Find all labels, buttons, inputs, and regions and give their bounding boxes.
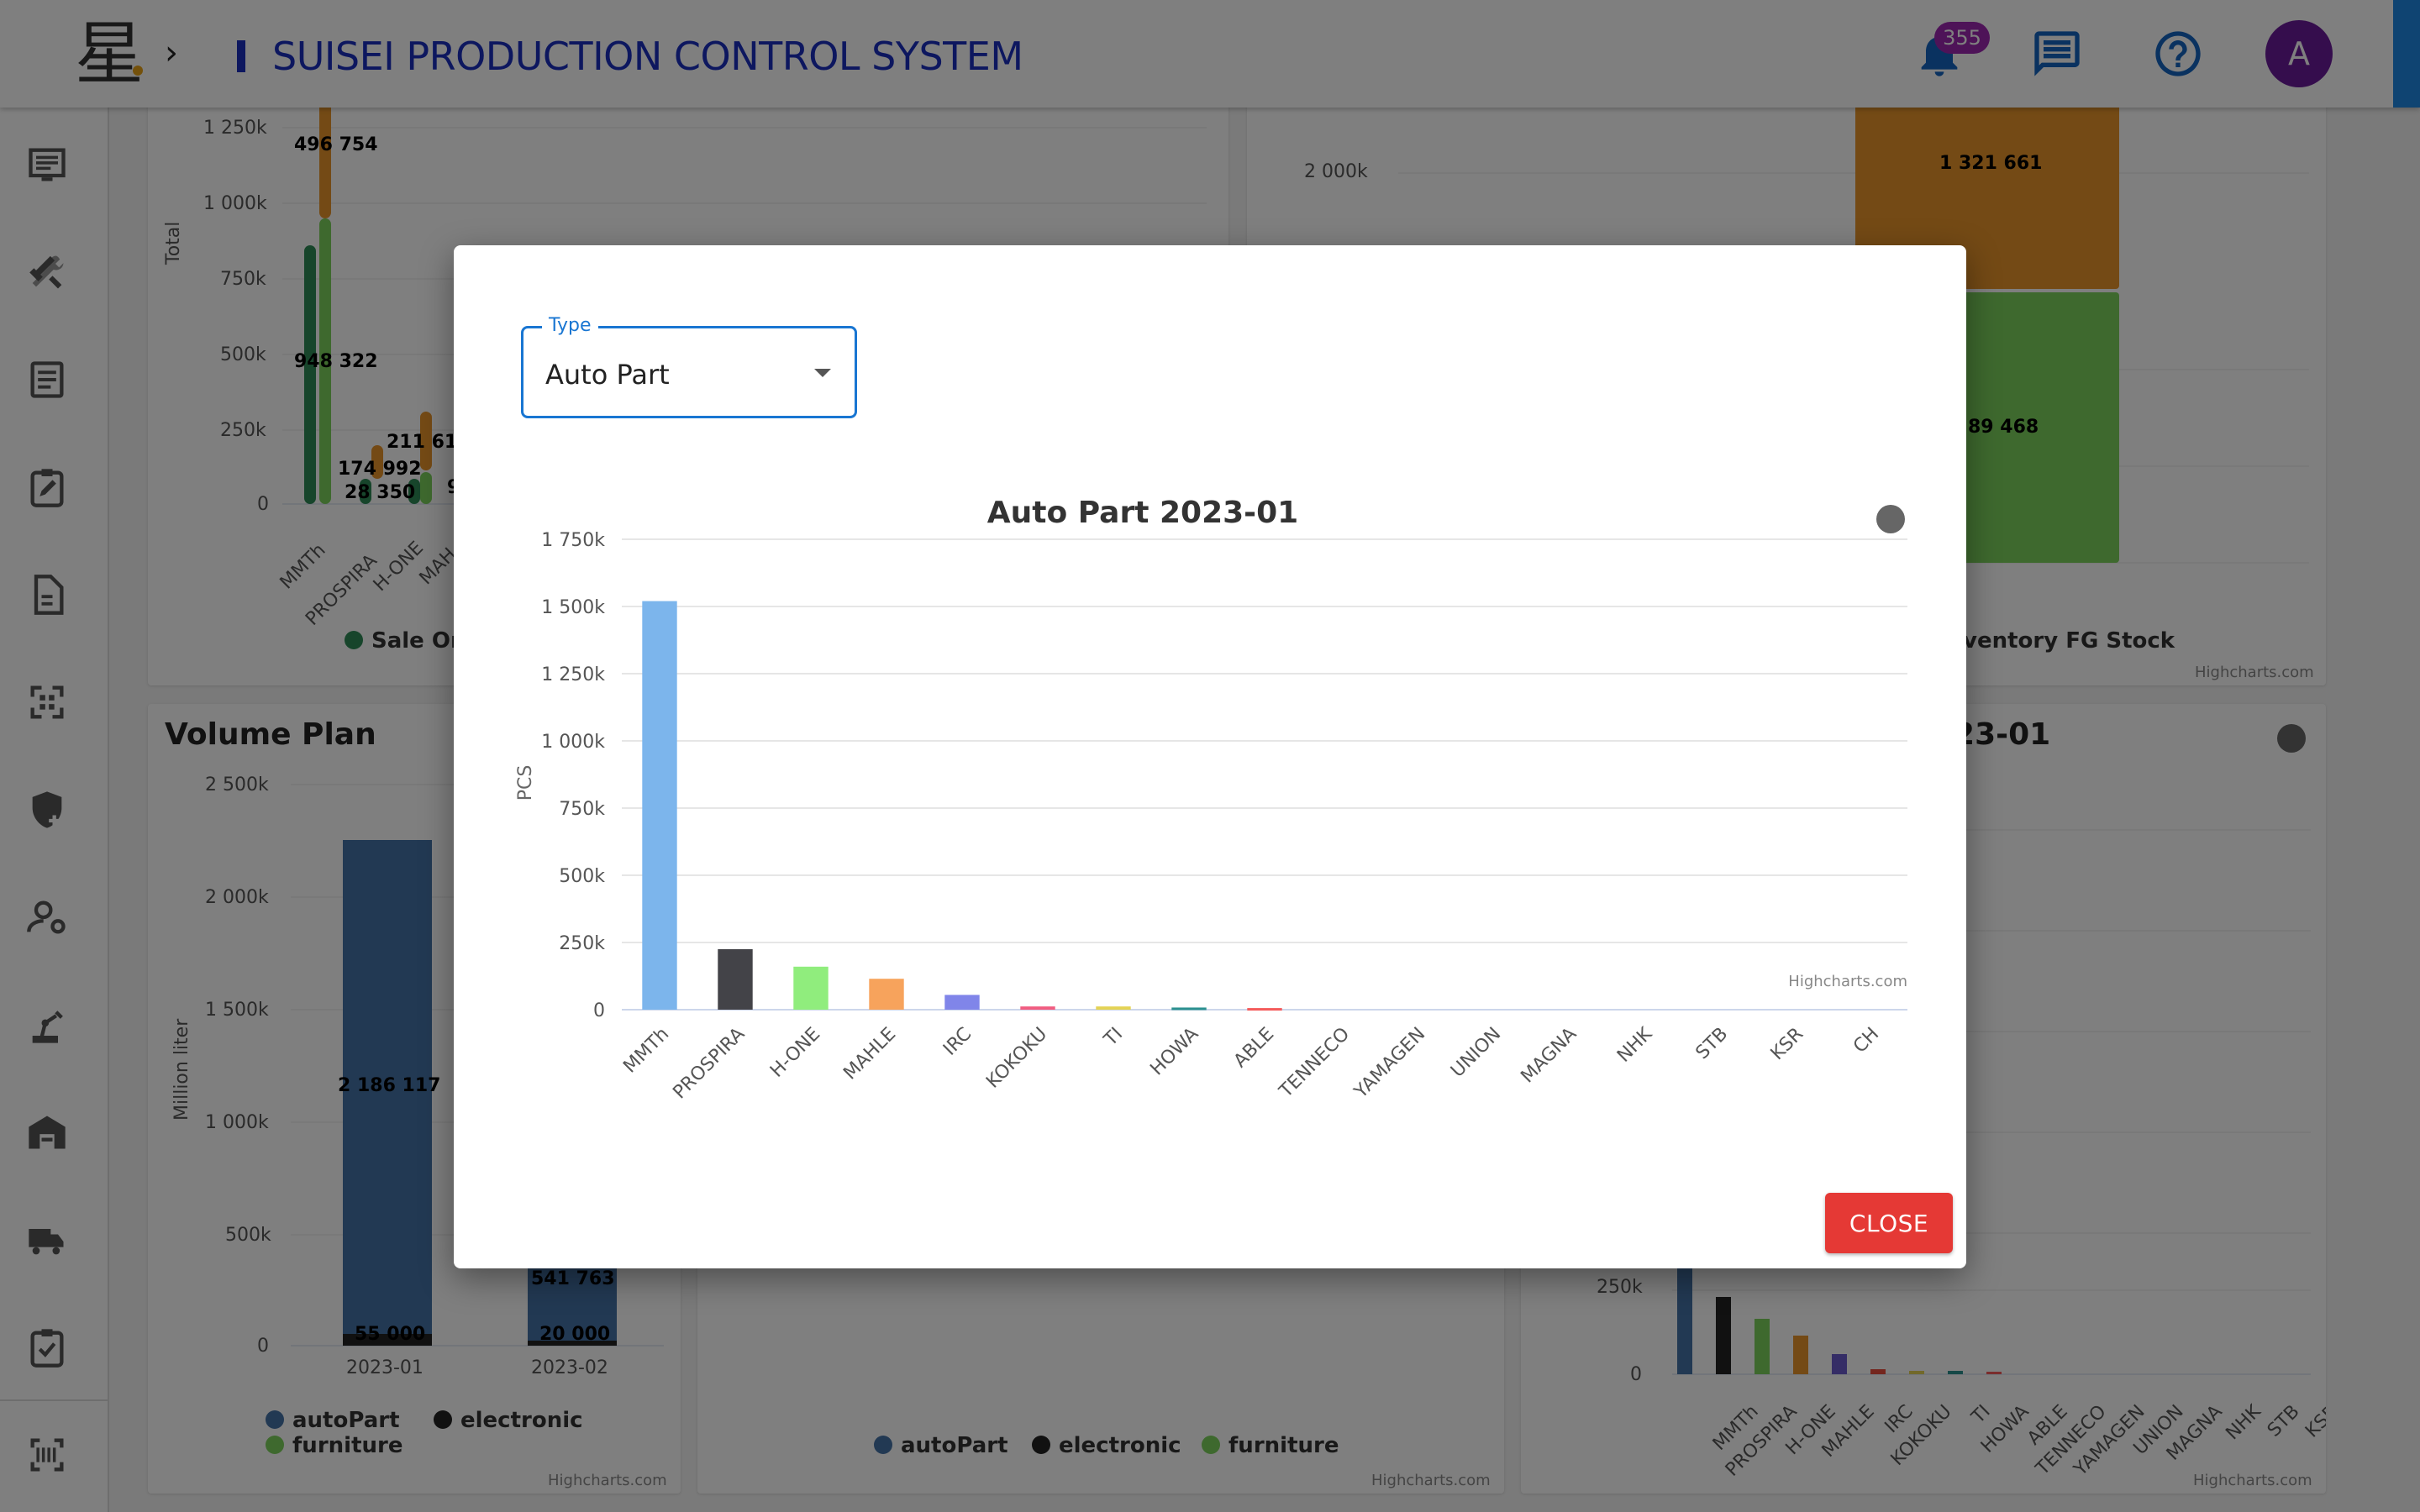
y-tick-label: 250k: [559, 933, 605, 954]
x-tick-label: TI: [1100, 1024, 1127, 1051]
bar-prospira[interactable]: [718, 949, 753, 1010]
x-tick-label: NHK: [1613, 1023, 1657, 1067]
chart-detail-dialog: Type Auto Part Auto Part 2023-01 PCS 0 25…: [454, 245, 1966, 1268]
x-tick-label: TENNECO: [1275, 1024, 1354, 1103]
x-tick-label: H-ONE: [766, 1024, 824, 1082]
x-tick-label: MMTh: [619, 1024, 673, 1078]
bar-ti[interactable]: [1096, 1006, 1131, 1010]
caret-down-icon: [814, 369, 831, 377]
type-select-value: Auto Part: [545, 359, 670, 391]
y-tick-label: 500k: [559, 866, 605, 887]
x-tick-label: YAMAGEN: [1350, 1024, 1430, 1104]
x-tick-label: HOWA: [1146, 1024, 1202, 1080]
bar-howa[interactable]: [1171, 1007, 1207, 1011]
y-tick-label: 1 000k: [541, 732, 605, 753]
y-tick-label: 0: [593, 1000, 605, 1021]
y-tick-label: 750k: [559, 799, 605, 820]
type-select-label: Type: [542, 315, 598, 336]
x-tick-label: UNION: [1447, 1024, 1505, 1082]
highcharts-credit[interactable]: Highcharts.com: [1788, 973, 1907, 990]
type-select[interactable]: Type Auto Part: [521, 315, 857, 418]
y-tick-label: 1 250k: [541, 664, 605, 685]
chart-gridlines: 0 250k 500k 750k 1 000k 1 250k 1 500k 1 750k: [541, 530, 1907, 1021]
chart-context-menu-icon[interactable]: [1876, 505, 1905, 533]
x-tick-label: KSR: [1767, 1024, 1808, 1065]
x-tick-label: MAHLE: [839, 1024, 900, 1084]
x-tick-label: KOKOKU: [982, 1024, 1051, 1093]
auto-part-bar-chart: Auto Part 2023-01 PCS 0 250k 500k 750k 1 000…: [515, 496, 1907, 1103]
y-tick-label: 1 500k: [541, 597, 605, 618]
chart-bars: [642, 601, 1282, 1011]
bar-mmth[interactable]: [642, 601, 677, 1010]
bar-h-one[interactable]: [793, 966, 829, 1010]
bar-irc[interactable]: [944, 995, 980, 1010]
y-tick-label: 1 750k: [541, 530, 605, 551]
bar-able[interactable]: [1247, 1008, 1282, 1011]
close-button[interactable]: CLOSE: [1825, 1193, 1953, 1253]
x-tick-label: CH: [1849, 1024, 1883, 1058]
chart-title: Auto Part 2023-01: [987, 496, 1298, 530]
y-axis-title: PCS: [515, 765, 536, 801]
chart-x-labels: MMThPROSPIRA H-ONE MAHLE IRC KOKOKU TI HOWA ABL…: [619, 1023, 1883, 1103]
x-tick-label: MAGNA: [1517, 1024, 1581, 1088]
bar-mahle[interactable]: [869, 979, 904, 1010]
bar-kokoku[interactable]: [1020, 1006, 1055, 1010]
x-tick-label: ABLE: [1230, 1024, 1278, 1072]
x-tick-label: STB: [1692, 1024, 1733, 1064]
x-tick-label: IRC: [939, 1024, 976, 1060]
x-tick-label: PROSPIRA: [669, 1024, 749, 1104]
